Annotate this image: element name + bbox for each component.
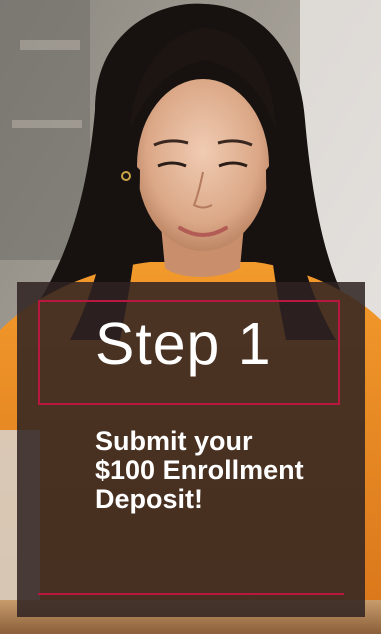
step-description: Submit your $100 Enrollment Deposit! bbox=[95, 426, 304, 514]
step-title: Step 1 bbox=[95, 311, 272, 377]
promo-card: Step 1 Submit your $100 Enrollment Depos… bbox=[0, 0, 381, 634]
step-overlay-panel: Step 1 Submit your $100 Enrollment Depos… bbox=[17, 282, 365, 617]
bottom-divider bbox=[38, 593, 344, 595]
